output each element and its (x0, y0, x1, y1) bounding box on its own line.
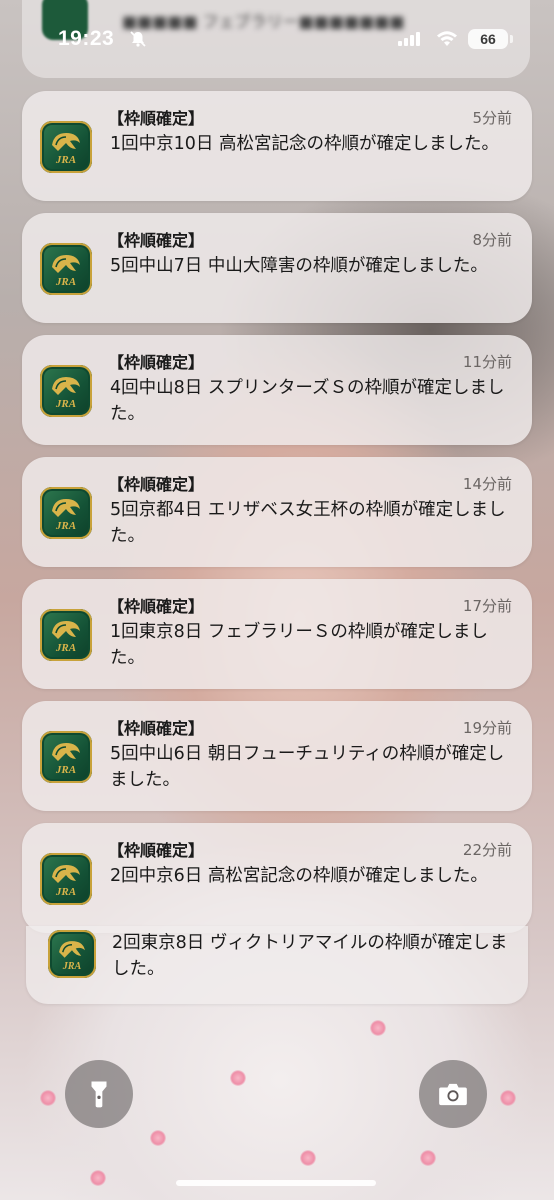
jra-logo-text: JRA (55, 398, 76, 410)
jra-logo-text: JRA (55, 154, 76, 166)
jra-logo-icon: JRA (52, 743, 80, 776)
flashlight-button[interactable] (65, 1060, 133, 1128)
jra-logo-icon: JRA (52, 621, 80, 654)
wifi-icon (437, 31, 457, 46)
notification-card[interactable]: JRA 【枠順確定】 8分前 5回中山7日 中山大障害の枠順が確定しました。 (22, 213, 532, 323)
notification-body: 1回東京8日 フェブラリーＳの枠順が確定しました。 (110, 622, 488, 668)
notification-card[interactable]: JRA 【枠順確定】 17分前 1回東京8日 フェブラリーＳの枠順が確定しました。 (22, 579, 532, 689)
flower-pattern (500, 1090, 516, 1106)
flower-pattern (150, 1130, 166, 1146)
notification-time: 22分前 (462, 841, 512, 859)
jra-app-icon: JRA (40, 853, 92, 905)
jra-app-icon: JRA (48, 930, 96, 978)
jra-app-icon: JRA (40, 365, 92, 417)
notification-title: 【枠順確定】 (108, 353, 205, 372)
jra-logo-text: JRA (55, 276, 76, 288)
home-indicator[interactable] (176, 1180, 376, 1186)
jra-app-icon: JRA (40, 487, 92, 539)
notification-body: 4回中山8日 スプリンターズＳの枠順が確定しました。 (110, 378, 505, 424)
jra-logo-icon: JRA (59, 941, 85, 972)
jra-app-icon: JRA (40, 121, 92, 173)
notification-body: 1回中京10日 高松宮記念の枠順が確定しました。 (110, 134, 499, 154)
notification-card[interactable]: JRA 【枠順確定】 19分前 5回中山6日 朝日フューチュリティの枠順が確定しました… (22, 701, 532, 811)
jra-logo-text: JRA (55, 886, 76, 898)
flashlight-icon (91, 1081, 107, 1108)
notification-time: 14分前 (462, 475, 512, 493)
notification-card[interactable]: JRA 【枠順確定】 22分前 2回中京6日 高松宮記念の枠順が確定しました。 (22, 823, 532, 933)
flower-pattern (420, 1150, 436, 1166)
jra-app-icon: JRA (40, 609, 92, 661)
notification-time: 8分前 (472, 231, 512, 249)
status-bar: 19:23 66 (0, 0, 554, 80)
notification-title: 【枠順確定】 (108, 231, 205, 250)
cellular-signal-icon (398, 32, 420, 46)
camera-button[interactable] (419, 1060, 487, 1128)
status-time: 19:23 (58, 27, 115, 50)
jra-app-icon: JRA (40, 243, 92, 295)
jra-logo-icon: JRA (52, 377, 80, 410)
jra-logo-icon: JRA (52, 865, 80, 898)
notification-body: 5回中山6日 朝日フューチュリティの枠順が確定しました。 (110, 744, 505, 790)
jra-logo-text: JRA (55, 764, 76, 776)
notification-body: 2回東京8日 ヴィクトリアマイルの枠順が確定しました。 (112, 933, 508, 979)
bell-slash-icon (130, 31, 146, 47)
notification-title: 【枠順確定】 (108, 597, 205, 616)
flower-pattern (300, 1150, 316, 1166)
notification-body: 5回京都4日 エリザベス女王杯の枠順が確定しました。 (110, 500, 506, 546)
notification-time: 17分前 (462, 597, 512, 615)
notification-title: 【枠順確定】 (108, 841, 205, 860)
camera-icon (439, 1083, 467, 1106)
jra-logo-icon: JRA (52, 499, 80, 532)
jra-logo-text: JRA (62, 961, 82, 972)
flower-pattern (90, 1170, 106, 1186)
flower-pattern (40, 1090, 56, 1106)
jra-logo-icon: JRA (52, 133, 80, 166)
notification-time: 5分前 (472, 109, 512, 127)
notification-card[interactable]: JRA 【枠順確定】 5分前 1回中京10日 高松宮記念の枠順が確定しました。 (22, 91, 532, 201)
notification-time: 19分前 (462, 719, 512, 737)
notification-title: 【枠順確定】 (108, 475, 205, 494)
notification-time: 11分前 (462, 353, 512, 371)
flower-pattern (230, 1070, 246, 1086)
notification-card[interactable]: JRA 【枠順確定】 11分前 4回中山8日 スプリンターズＳの枠順が確定しました。 (22, 335, 532, 445)
jra-logo-icon: JRA (52, 255, 80, 288)
notification-body: 5回中山7日 中山大障害の枠順が確定しました。 (110, 256, 488, 276)
jra-app-icon: JRA (40, 731, 92, 783)
notification-title: 【枠順確定】 (108, 109, 205, 128)
stacked-notification[interactable]: JRA 2回東京8日 ヴィクトリアマイルの枠順が確定しました。 (26, 926, 528, 1004)
notification-body: 2回中京6日 高松宮記念の枠順が確定しました。 (110, 866, 488, 886)
battery-tip (510, 35, 513, 43)
jra-logo-text: JRA (55, 520, 76, 532)
jra-logo-text: JRA (55, 642, 76, 654)
notification-card[interactable]: JRA 【枠順確定】 14分前 5回京都4日 エリザベス女王杯の枠順が確定しました。 (22, 457, 532, 567)
flower-pattern (370, 1020, 386, 1036)
battery-indicator: 66 (468, 29, 508, 49)
notification-title: 【枠順確定】 (108, 719, 205, 738)
